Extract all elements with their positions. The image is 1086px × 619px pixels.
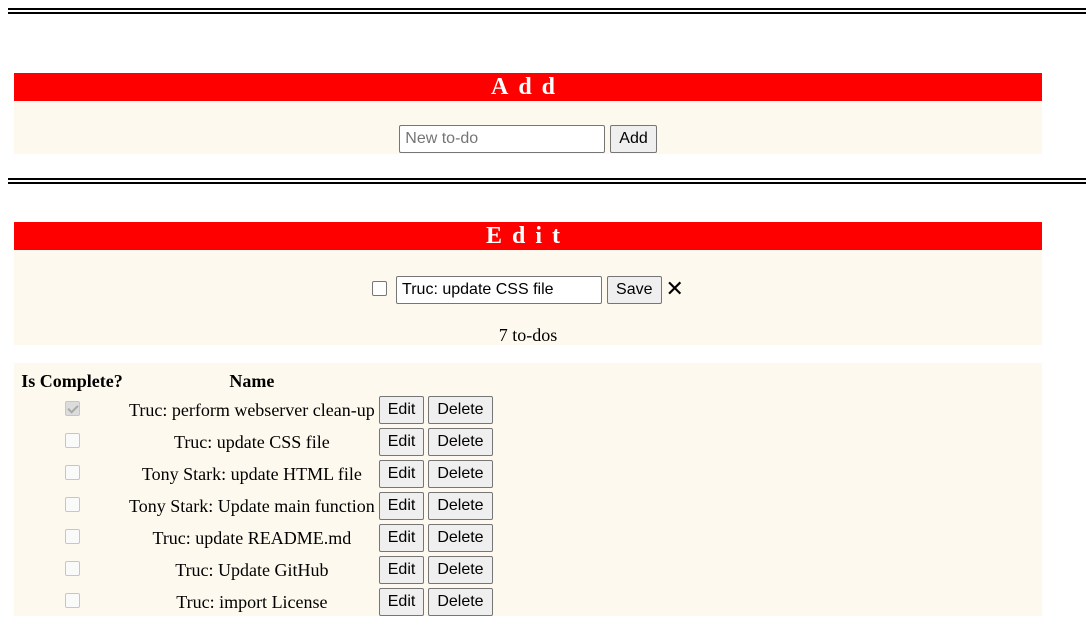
todo-name: Tony Stark: update HTML file: [141, 463, 362, 484]
column-header-name: Name: [229, 370, 275, 391]
edit-button[interactable]: Edit: [378, 396, 425, 424]
row-actions: Edit Delete: [378, 588, 493, 616]
todo-table-body: Truc: perform webserver clean-up Edit Dele…: [18, 395, 494, 617]
todo-list-panel: Is Complete? Name Truc: perform webserve…: [14, 363, 1042, 616]
delete-button[interactable]: Delete: [428, 556, 493, 584]
todo-name: Truc: Update GitHub: [175, 559, 329, 580]
actions-cell: Edit Delete: [378, 491, 494, 521]
row-actions: Edit Delete: [378, 556, 493, 584]
row-actions: Edit Delete: [378, 492, 493, 520]
complete-cell: [18, 587, 126, 617]
row-actions: Edit Delete: [378, 524, 493, 552]
table-row: Truc: perform webserver clean-up Edit Dele…: [18, 395, 494, 425]
delete-button[interactable]: Delete: [428, 588, 493, 616]
add-button[interactable]: Add: [610, 125, 657, 153]
actions-cell: Edit Delete: [378, 523, 494, 553]
table-row: Truc: update README.md Edit Delete: [18, 523, 494, 553]
todo-count: 7 to-dos: [498, 325, 558, 345]
cancel-edit-icon[interactable]: ✕: [666, 279, 684, 301]
actions-cell: Edit Delete: [378, 427, 494, 457]
complete-checkbox: [64, 592, 80, 608]
edit-section-header: Edit: [14, 222, 1042, 250]
complete-checkbox: [64, 464, 80, 480]
delete-button[interactable]: Delete: [428, 492, 493, 520]
row-actions: Edit Delete: [378, 460, 493, 488]
todo-name: Truc: perform webserver clean-up: [129, 399, 375, 420]
actions-cell: Edit Delete: [378, 555, 494, 585]
complete-cell: [18, 459, 126, 489]
edit-complete-checkbox[interactable]: [372, 280, 388, 296]
edit-form: Save ✕: [14, 276, 1042, 304]
new-todo-input[interactable]: [399, 125, 606, 153]
todo-table: Is Complete? Name Truc: perform webserve…: [16, 367, 496, 619]
save-button[interactable]: Save: [607, 276, 662, 304]
table-row: Tony Stark: update HTML file Edit Delete: [18, 459, 494, 489]
table-row: Truc: Update GitHub Edit Delete: [18, 555, 494, 585]
actions-cell: Edit Delete: [378, 587, 494, 617]
middle-divider: [8, 178, 1086, 184]
top-divider: [8, 8, 1086, 14]
actions-cell: Edit Delete: [378, 459, 494, 489]
todo-name: Truc: import License: [176, 591, 328, 612]
add-section-header: Add: [14, 73, 1042, 101]
complete-cell: [18, 395, 126, 425]
complete-checkbox: [64, 560, 80, 576]
table-row: Tony Stark: Update main function Edit Dele…: [18, 491, 494, 521]
complete-cell: [18, 427, 126, 457]
table-row: Truc: import License Edit Delete: [18, 587, 494, 617]
edit-button[interactable]: Edit: [378, 492, 425, 520]
complete-cell: [18, 523, 126, 553]
edit-todo-input[interactable]: [396, 276, 603, 304]
actions-cell: Edit Delete: [378, 395, 494, 425]
edit-button[interactable]: Edit: [378, 588, 425, 616]
complete-cell: [18, 491, 126, 521]
todo-name: Truc: update CSS file: [173, 431, 330, 452]
delete-button[interactable]: Delete: [428, 396, 493, 424]
delete-button[interactable]: Delete: [428, 428, 493, 456]
column-header-complete: Is Complete?: [21, 370, 123, 391]
todo-name: Truc: update README.md: [152, 527, 352, 548]
add-panel: Add: [14, 101, 1042, 154]
edit-button[interactable]: Edit: [378, 524, 425, 552]
delete-button[interactable]: Delete: [428, 524, 493, 552]
row-actions: Edit Delete: [378, 396, 493, 424]
row-actions: Edit Delete: [378, 428, 493, 456]
add-form: Add: [14, 125, 1042, 153]
complete-checkbox: [64, 400, 80, 416]
table-row: Truc: update CSS file Edit Delete: [18, 427, 494, 457]
table-header-row: Is Complete? Name: [18, 369, 494, 393]
edit-panel: Save ✕ 7 to-dos: [14, 250, 1042, 345]
delete-button[interactable]: Delete: [428, 460, 493, 488]
edit-button[interactable]: Edit: [378, 428, 425, 456]
complete-checkbox: [64, 528, 80, 544]
complete-cell: [18, 555, 126, 585]
edit-button[interactable]: Edit: [378, 460, 425, 488]
complete-checkbox: [64, 496, 80, 512]
todo-name: Tony Stark: Update main function: [129, 495, 375, 516]
complete-checkbox: [64, 432, 80, 448]
column-header-actions: [378, 369, 494, 393]
edit-button[interactable]: Edit: [378, 556, 425, 584]
